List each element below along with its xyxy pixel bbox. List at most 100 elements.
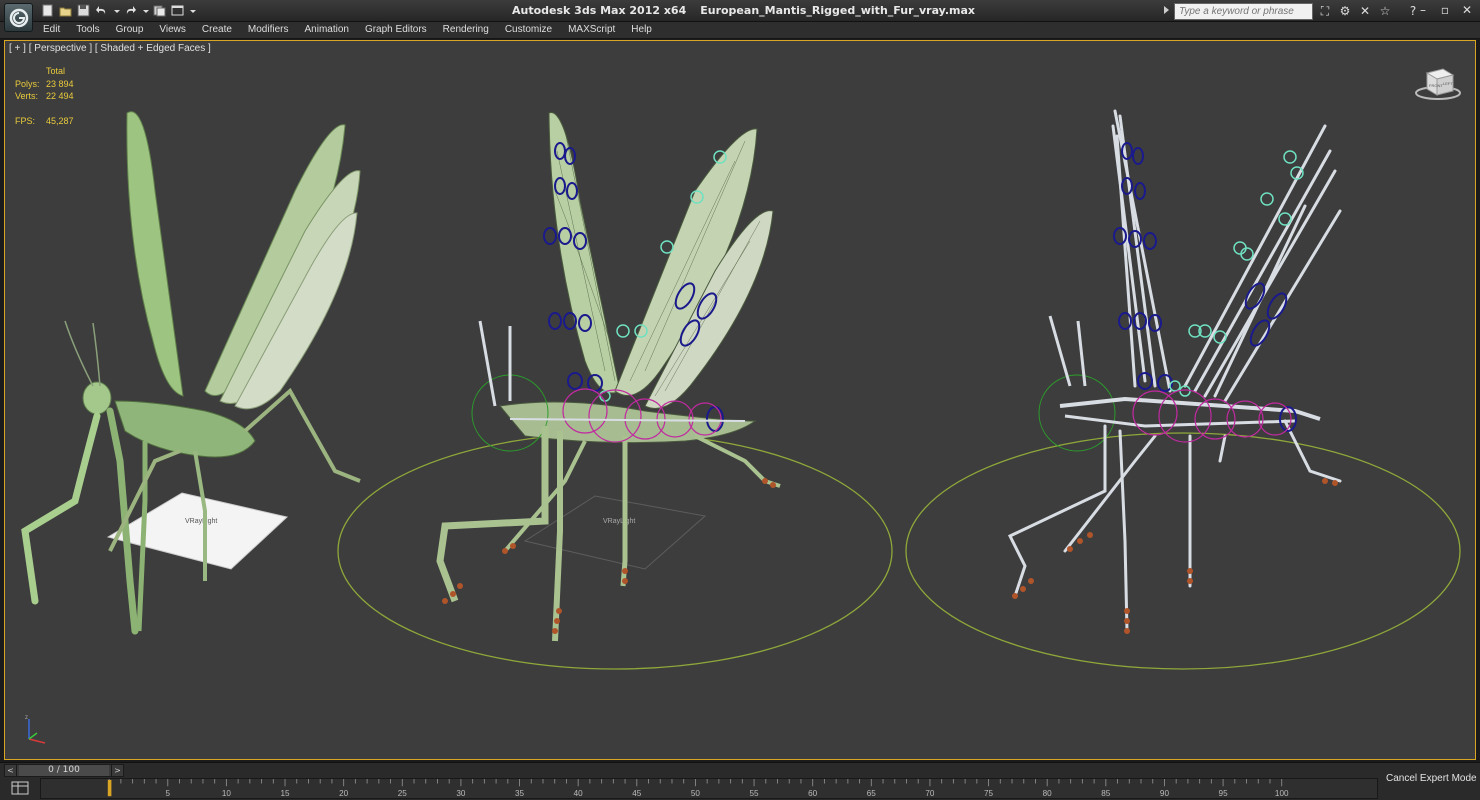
menu-views[interactable]: Views (159, 24, 186, 35)
trackbar-tick-label: 5 (166, 789, 171, 798)
3ds-max-logo-icon (9, 8, 29, 28)
trackbar-tick-label: 55 (750, 789, 760, 798)
trackbar-tick-label: 70 (925, 789, 935, 798)
subscription-icon[interactable]: ⚙ (1338, 4, 1352, 18)
menu-group[interactable]: Group (116, 24, 144, 35)
prev-frame-button[interactable]: < (5, 765, 17, 776)
time-slider-thumb[interactable]: 0 / 100 (19, 765, 109, 776)
restore-icon[interactable]: ▫ (1438, 3, 1452, 17)
menu-bar: Edit Tools Group Views Create Modifiers … (0, 22, 1480, 39)
new-file-button[interactable] (40, 3, 55, 18)
quick-access-toolbar (40, 3, 196, 18)
trackbar-tick-label: 100 (1275, 789, 1289, 798)
menu-rendering[interactable]: Rendering (443, 24, 489, 35)
app-title: Autodesk 3ds Max 2012 x64 (512, 4, 687, 17)
mantis-wing-left-1 (126, 111, 184, 397)
search-input[interactable] (1174, 3, 1313, 20)
trackbar-tick-label: 25 (398, 789, 408, 798)
chevron-down-icon (190, 10, 196, 13)
menu-help[interactable]: Help (631, 24, 652, 35)
trackbar-tick-label: 10 (222, 789, 232, 798)
search-toggle-icon[interactable] (1164, 6, 1169, 14)
ground-circle-right[interactable] (905, 432, 1461, 670)
redo-icon (126, 6, 136, 14)
mantis-skeleton-model[interactable] (905, 109, 1461, 670)
vray-light-label-left: VRayLight (185, 518, 217, 525)
undo-dropdown-button[interactable] (112, 3, 120, 18)
window-controls: – ▫ ✕ (1416, 3, 1474, 17)
menu-maxscript[interactable]: MAXScript (568, 24, 615, 35)
communication-icon[interactable]: ✕ (1358, 4, 1372, 18)
trackbar-tick-label: 85 (1101, 789, 1111, 798)
title-bar: Autodesk 3ds Max 2012 x64 European_Mantis… (0, 0, 1480, 22)
trackbar-tick-label: 45 (632, 789, 642, 798)
trackbar-tick-label: 40 (574, 789, 584, 798)
vray-light-plane-middle[interactable] (523, 495, 707, 570)
trackbar-tick-label: 20 (339, 789, 349, 798)
scene-render: VRayLight VRayLight (21, 109, 1461, 670)
next-frame-button[interactable]: > (111, 765, 123, 776)
trackbar[interactable]: 5 10 15 20 25 30 35 40 45 50 55 60 65 70 75 80 85 90 95 100 (40, 778, 1378, 799)
menu-modifiers[interactable]: Modifiers (248, 24, 289, 35)
open-file-button[interactable] (58, 3, 73, 18)
viewcube-front-label: FRONT (1429, 83, 1443, 88)
application-menu-button[interactable] (4, 3, 33, 32)
open-folder-icon (59, 7, 72, 17)
menu-customize[interactable]: Customize (505, 24, 552, 35)
main-menu: Edit Tools Group Views Create Modifiers … (43, 24, 668, 35)
mini-curve-editor-icon[interactable] (6, 779, 34, 797)
undo-button[interactable] (94, 3, 109, 18)
cancel-expert-mode-button[interactable]: Cancel Expert Mode (1386, 773, 1477, 784)
minimize-icon[interactable]: – (1416, 3, 1430, 17)
save-icon (77, 4, 90, 17)
mantis-mesh-rig-model[interactable]: VRayLight (337, 112, 893, 670)
window-title: Autodesk 3ds Max 2012 x64 European_Mantis… (512, 4, 975, 17)
trackbar-tick-label: 35 (515, 789, 525, 798)
file-name: European_Mantis_Rigged_with_Fur_vray.max (700, 4, 975, 17)
binoculars-icon[interactable]: ⛶ (1318, 4, 1332, 18)
new-file-icon (42, 4, 53, 17)
trackbar-tick-label: 90 (1160, 789, 1170, 798)
info-center-toolbar: ⛶ ⚙ ✕ ☆ ? (1318, 4, 1420, 18)
viewcube-left-label: LEFT (1443, 81, 1453, 86)
trackbar-tick-label: 95 (1219, 789, 1229, 798)
customize-toolbar-button[interactable] (188, 3, 196, 18)
menu-create[interactable]: Create (202, 24, 232, 35)
time-slider[interactable]: < 0 / 100 > (4, 764, 124, 777)
trackbar-tick-label: 30 (456, 789, 466, 798)
window-icon (171, 5, 184, 16)
perspective-viewport[interactable]: [ + ] [ Perspective ] [ Shaded + Edged F… (4, 40, 1476, 760)
ground-circle-middle[interactable] (337, 432, 893, 670)
undo-icon (96, 6, 106, 14)
save-file-button[interactable] (76, 3, 91, 18)
menu-animation[interactable]: Animation (304, 24, 348, 35)
current-frame-marker[interactable] (107, 779, 112, 797)
trackbar-tick-label: 60 (808, 789, 818, 798)
favorites-star-icon[interactable]: ☆ (1378, 4, 1392, 18)
workspace-button[interactable] (170, 3, 185, 18)
trackbar-tick-label: 15 (281, 789, 291, 798)
redo-dropdown-button[interactable] (141, 3, 149, 18)
menu-tools[interactable]: Tools (76, 24, 99, 35)
close-icon[interactable]: ✕ (1460, 3, 1474, 17)
viewcube-icon[interactable]: FRONT LEFT (1415, 65, 1461, 101)
project-folder-button[interactable] (152, 3, 167, 18)
menu-graph-editors[interactable]: Graph Editors (365, 24, 427, 35)
mantis-thorax-left (114, 400, 256, 458)
chevron-down-icon (114, 10, 120, 13)
mantis-head-left (82, 381, 112, 415)
trackbar-tick-label: 80 (1043, 789, 1053, 798)
vray-light-label-middle: VRayLight (603, 518, 635, 525)
project-folder-icon (153, 5, 166, 17)
redo-button[interactable] (123, 3, 138, 18)
axis-tripod-icon: z (25, 715, 46, 744)
trackbar-tick-label: 65 (867, 789, 877, 798)
chevron-down-icon (143, 10, 149, 13)
mantis-textured-model[interactable]: VRayLight (21, 111, 361, 635)
mesh-wing-1 (548, 112, 621, 394)
trackbar-tick-label: 50 (691, 789, 701, 798)
menu-edit[interactable]: Edit (43, 24, 60, 35)
trackbar-tick-label: 75 (984, 789, 994, 798)
bottom-panel: < 0 / 100 > 5 10 15 20 25 30 35 40 45 50 55 60 65 70 7… (0, 762, 1480, 800)
svg-text:z: z (25, 715, 28, 721)
